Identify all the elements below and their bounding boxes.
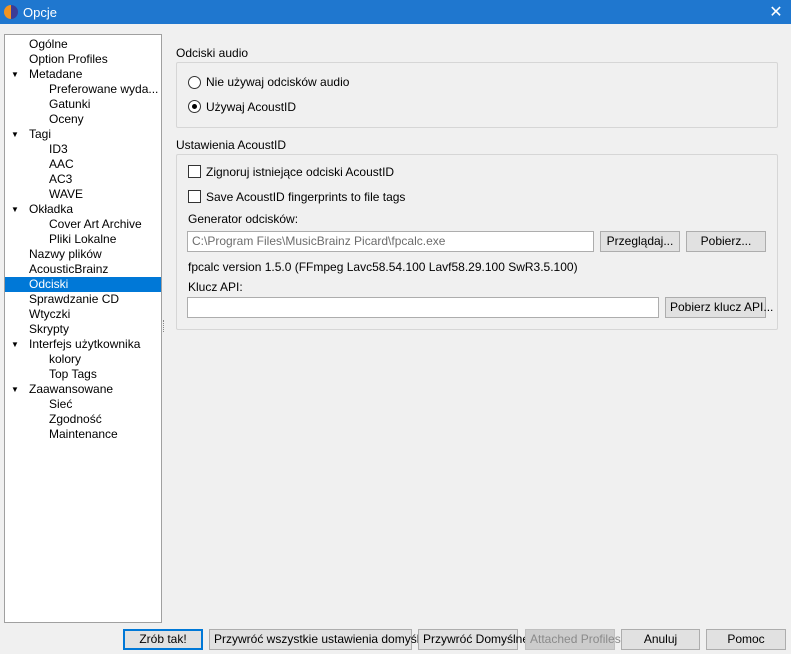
- expand-arrow-icon[interactable]: ▼: [10, 337, 20, 352]
- tree-item[interactable]: Sprawdzanie CD: [5, 292, 161, 307]
- tree-item[interactable]: ▼ Tagi: [5, 127, 161, 142]
- cancel-button[interactable]: Anuluj: [621, 629, 700, 650]
- expand-arrow-icon[interactable]: ▼: [10, 67, 20, 82]
- tree-item[interactable]: ▼ Zaawansowane: [5, 382, 161, 397]
- tree-item[interactable]: ▼ Interfejs użytkownika: [5, 337, 161, 352]
- save-fingerprints-checkbox[interactable]: [188, 190, 201, 203]
- tree-item-label: Option Profiles: [29, 52, 108, 66]
- tree-item-label: Cover Art Archive: [49, 217, 142, 231]
- tree-item[interactable]: Ogólne: [5, 37, 161, 52]
- tree-item[interactable]: kolory: [5, 352, 161, 367]
- tree-item-label: Sieć: [49, 397, 73, 411]
- tree-item-label: Metadane: [29, 67, 83, 81]
- tree-item[interactable]: Skrypty: [5, 322, 161, 337]
- tree-item[interactable]: Preferowane wyda...: [5, 82, 161, 97]
- restore-defaults-button[interactable]: Przywróć Domyślne: [418, 629, 529, 650]
- generator-path-input[interactable]: C:\Program Files\MusicBrainz Picard\fpca…: [187, 231, 594, 252]
- tree-item[interactable]: Wtyczki: [5, 307, 161, 322]
- tree-item[interactable]: ▼ Metadane: [5, 67, 161, 82]
- window-title: Opcje: [23, 4, 57, 20]
- picard-logo-icon: [4, 5, 18, 19]
- tree-item[interactable]: AAC: [5, 157, 161, 172]
- radio-no-fingerprints-label[interactable]: Nie używaj odcisków audio: [206, 75, 349, 89]
- tree-item-label: AAC: [49, 157, 74, 171]
- tree-item-label: Zaawansowane: [29, 382, 114, 396]
- tree-item-label: Nazwy plików: [29, 247, 102, 261]
- tree-item[interactable]: Zgodność: [5, 412, 161, 427]
- tree-item-label: Wtyczki: [29, 307, 71, 321]
- audio-fingerprints-title: Odciski audio: [176, 46, 249, 60]
- radio-selected-dot: [192, 104, 197, 109]
- get-api-key-button[interactable]: Pobierz klucz API...: [665, 297, 773, 318]
- generator-label: Generator odcisków:: [188, 212, 299, 226]
- tree-item[interactable]: ▼ Okładka: [5, 202, 161, 217]
- tree-item-label: Gatunki: [49, 97, 91, 111]
- tree-item[interactable]: ID3: [5, 142, 161, 157]
- ignore-existing-label[interactable]: Zignoruj istniejące odciski AcoustID: [206, 165, 394, 179]
- tree-item-label: Sprawdzanie CD: [29, 292, 120, 306]
- ok-button[interactable]: Zrób tak!: [123, 629, 203, 650]
- tree-item[interactable]: Pliki Lokalne: [5, 232, 161, 247]
- tree-item[interactable]: Option Profiles: [5, 52, 161, 67]
- api-key-label: Klucz API:: [188, 280, 243, 294]
- attached-profiles-button: Attached Profiles: [525, 629, 621, 650]
- options-tree[interactable]: Ogólne Option Profiles ▼ Metadane Preferowan…: [4, 34, 162, 623]
- tree-item-label: Top Tags: [49, 367, 97, 381]
- tree-item-label: Oceny: [49, 112, 84, 126]
- tree-item-label: Ogólne: [29, 37, 68, 51]
- radio-no-fingerprints[interactable]: [188, 76, 201, 89]
- help-button[interactable]: Pomoc: [706, 629, 786, 650]
- download-fpcalc-button[interactable]: Pobierz...: [686, 231, 766, 252]
- acoustid-settings-title: Ustawienia AcoustID: [176, 138, 287, 152]
- tree-item-label: Preferowane wyda...: [49, 82, 159, 96]
- radio-use-acoustid-label[interactable]: Używaj AcoustID: [206, 100, 296, 114]
- tree-item[interactable]: Nazwy plików: [5, 247, 161, 262]
- tree-item-label: Pliki Lokalne: [49, 232, 117, 246]
- tree-item[interactable]: Odciski: [5, 277, 161, 292]
- tree-item[interactable]: Oceny: [5, 112, 161, 127]
- close-icon[interactable]: ✕: [761, 0, 791, 24]
- tree-item-label: Skrypty: [29, 322, 70, 336]
- tree-item-label: ID3: [49, 142, 68, 156]
- tree-item-label: Okładka: [29, 202, 74, 216]
- save-fingerprints-label[interactable]: Save AcoustID fingerprints to file tags: [206, 190, 405, 204]
- tree-item[interactable]: Maintenance: [5, 427, 161, 442]
- tree-item[interactable]: Cover Art Archive: [5, 217, 161, 232]
- splitter-handle[interactable]: [163, 320, 165, 332]
- tree-item-label: kolory: [49, 352, 82, 366]
- tree-item-label: Tagi: [29, 127, 52, 141]
- api-key-input[interactable]: [187, 297, 659, 318]
- expand-arrow-icon[interactable]: ▼: [10, 382, 20, 397]
- expand-arrow-icon[interactable]: ▼: [10, 127, 20, 142]
- tree-item[interactable]: Sieć: [5, 397, 161, 412]
- radio-use-acoustid[interactable]: [188, 100, 201, 113]
- tree-item-label: Interfejs użytkownika: [29, 337, 141, 351]
- fpcalc-version-text: fpcalc version 1.5.0 (FFmpeg Lavc58.54.1…: [188, 260, 578, 274]
- browse-button[interactable]: Przeglądaj...: [600, 231, 680, 252]
- tree-item[interactable]: AcousticBrainz: [5, 262, 161, 277]
- title-bar: Opcje ✕: [0, 0, 791, 24]
- tree-item-label: Odciski: [29, 277, 69, 291]
- tree-item-label: Maintenance: [49, 427, 118, 441]
- tree-item-label: WAVE: [49, 187, 84, 201]
- tree-item[interactable]: Gatunki: [5, 97, 161, 112]
- tree-item[interactable]: Top Tags: [5, 367, 161, 382]
- tree-item[interactable]: AC3: [5, 172, 161, 187]
- tree-item-label: AcousticBrainz: [29, 262, 109, 276]
- tree-item-label: Zgodność: [49, 412, 102, 426]
- tree-item[interactable]: WAVE: [5, 187, 161, 202]
- audio-fingerprints-group: [176, 62, 778, 128]
- expand-arrow-icon[interactable]: ▼: [10, 202, 20, 217]
- restore-all-defaults-button[interactable]: Przywróć wszystkie ustawienia domyślne: [209, 629, 433, 650]
- tree-item-label: AC3: [49, 172, 73, 186]
- ignore-existing-checkbox[interactable]: [188, 165, 201, 178]
